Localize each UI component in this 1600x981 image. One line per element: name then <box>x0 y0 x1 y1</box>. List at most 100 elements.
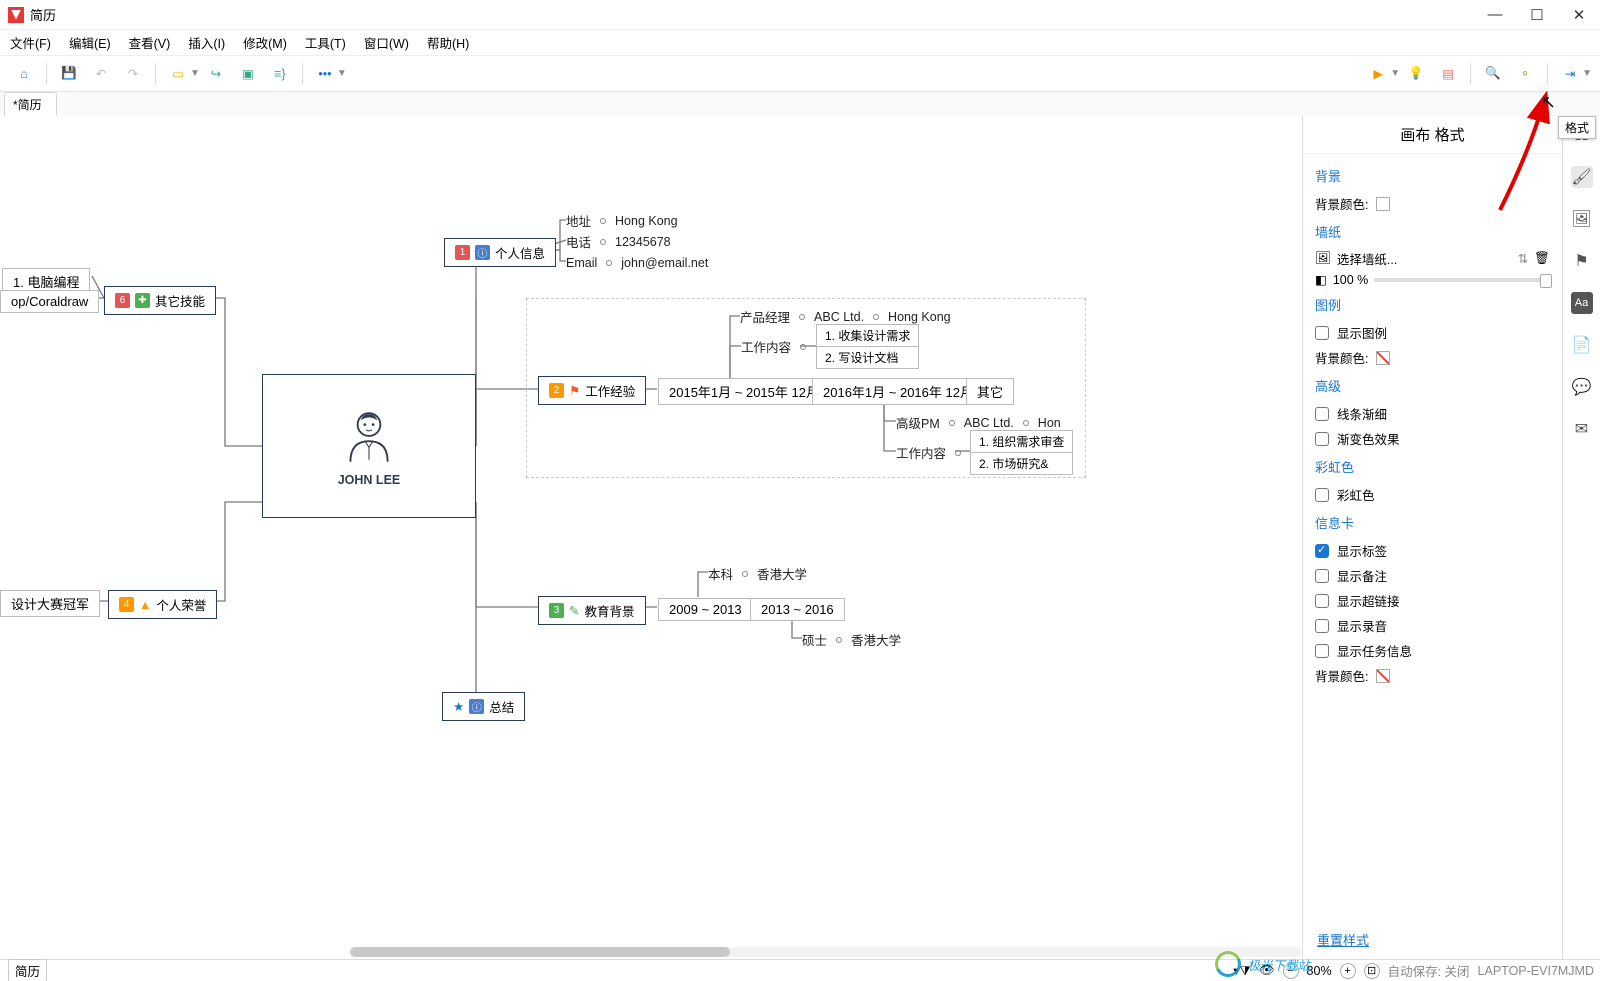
cb-rainbow[interactable] <box>1315 488 1329 502</box>
redo-icon[interactable]: ↷ <box>118 60 148 88</box>
frag-coral[interactable]: op/Coraldraw <box>0 290 99 313</box>
node-edu[interactable]: 3✎教育背景 <box>538 596 646 625</box>
menu-tools[interactable]: 工具(T) <box>305 33 346 52</box>
frag-champion[interactable]: 设计大赛冠军 <box>0 590 100 617</box>
format-tooltip: 格式 <box>1558 116 1596 139</box>
work-pm-items[interactable]: 1. 收集设计需求2. 写设计文档 <box>816 324 919 369</box>
edu-deg1: 本科香港大学 <box>708 563 807 584</box>
relation-icon[interactable]: ↪ <box>201 60 231 88</box>
work-pm-content: 工作内容 <box>741 336 806 357</box>
section-wp: 墙纸 <box>1315 222 1550 241</box>
node-work[interactable]: 2⚑工作经验 <box>538 376 646 405</box>
work-period2[interactable]: 2016年1月 ~ 2016年 12月 <box>812 378 984 405</box>
tab-resume[interactable]: *简历 <box>4 92 57 116</box>
edu-period1[interactable]: 2009 ~ 2013 <box>658 598 753 621</box>
task-icon[interactable]: ✉ <box>1571 418 1593 440</box>
cb-show-link[interactable] <box>1315 594 1329 608</box>
cb-thin[interactable] <box>1315 407 1329 421</box>
bg-color-swatch[interactable] <box>1376 197 1390 211</box>
home-icon[interactable]: ⌂ <box>9 60 39 88</box>
toolbar: ⌂ 💾 ↶ ↷ ▭▼ ↪ ▣ ≡} •••▼ ▶▼ 💡 ▤ 🔍 ⚬ ⇥▼ <box>0 56 1600 92</box>
opacity-slider[interactable] <box>1374 278 1550 282</box>
more-icon[interactable]: ••• <box>310 60 340 88</box>
work-spm-items[interactable]: 1. 组织需求审查2. 市场研究& <box>970 430 1073 475</box>
side-rail: ☷ 🖌 🖼 ⚑ Aa 📄 💬 ✉ <box>1562 116 1600 959</box>
delete-icon[interactable]: 🗑 <box>1534 251 1550 266</box>
boundary-icon[interactable]: ▣ <box>233 60 263 88</box>
image-icon: 🖼 <box>1315 251 1331 266</box>
node-summary[interactable]: ★ⓘ总结 <box>442 692 525 721</box>
menu-file[interactable]: 文件(F) <box>10 33 51 52</box>
export-icon[interactable]: ⇥ <box>1555 60 1585 88</box>
note-icon[interactable]: 📄 <box>1571 334 1593 356</box>
close-button[interactable]: ✕ <box>1572 8 1586 22</box>
section-adv: 高级 <box>1315 376 1550 395</box>
reset-style-link[interactable]: 重置样式 <box>1303 922 1383 957</box>
format-icon[interactable]: 🖌 <box>1571 166 1593 188</box>
personal-details: 地址Hong Kong 电话12345678 Emailjohn@email.n… <box>566 210 708 273</box>
menu-bar: 文件(F) 编辑(E) 查看(V) 插入(I) 修改(M) 工具(T) 窗口(W… <box>0 30 1600 56</box>
cb-show-task[interactable] <box>1315 644 1329 658</box>
search-icon[interactable]: 🔍 <box>1478 60 1508 88</box>
present-icon[interactable]: ▶ <box>1363 60 1393 88</box>
marker-icon[interactable]: ⚑ <box>1571 250 1593 272</box>
share-icon[interactable]: ⚬ <box>1510 60 1540 88</box>
horizontal-scrollbar[interactable] <box>350 947 1302 957</box>
watermark-logo-icon <box>1212 947 1245 980</box>
cb-show-audio[interactable] <box>1315 619 1329 633</box>
menu-edit[interactable]: 编辑(E) <box>69 33 111 52</box>
menu-view[interactable]: 查看(V) <box>129 33 171 52</box>
undo-icon[interactable]: ↶ <box>86 60 116 88</box>
work-period1[interactable]: 2015年1月 ~ 2015年 12月 <box>658 378 830 405</box>
title-bar: 简历 — ☐ ✕ <box>0 0 1600 30</box>
cb-grad[interactable] <box>1315 432 1329 446</box>
root-label: JOHN LEE <box>338 473 401 487</box>
cb-show-legend[interactable] <box>1315 326 1329 340</box>
idea-icon[interactable]: 💡 <box>1401 60 1431 88</box>
comment-icon[interactable]: 💬 <box>1571 376 1593 398</box>
menu-help[interactable]: 帮助(H) <box>427 33 469 52</box>
work-other[interactable]: 其它 <box>966 378 1014 405</box>
host-name: LAPTOP-EVI7MJMD <box>1478 964 1594 978</box>
document-tabs: *简历 <box>0 92 1600 116</box>
section-legend: 图例 <box>1315 295 1550 314</box>
node-honor[interactable]: 4▲个人荣誉 <box>108 590 217 619</box>
watermark: 极光下载站 <box>1215 951 1310 977</box>
edu-period2[interactable]: 2013 ~ 2016 <box>750 598 845 621</box>
status-doc: 简历 <box>8 959 47 981</box>
minimize-button[interactable]: — <box>1488 8 1502 22</box>
section-rainbow: 彩虹色 <box>1315 457 1550 476</box>
section-info: 信息卡 <box>1315 513 1550 532</box>
zoom-fit[interactable]: ⊡ <box>1364 963 1380 979</box>
mindmap-canvas[interactable]: JOHN LEE 1. 电脑编程 op/Coraldraw 6✚其它技能 设计大… <box>0 116 1302 959</box>
wallpaper-select[interactable]: 选择墙纸... <box>1337 249 1512 268</box>
format-panel: 画布 格式 背景 背景颜色: 墙纸 🖼选择墙纸...⇅🗑 ◧100 % 图例 显… <box>1302 116 1562 959</box>
maximize-button[interactable]: ☐ <box>1530 8 1544 22</box>
zoom-value: 80% <box>1307 964 1332 978</box>
legend-bg-swatch[interactable] <box>1376 351 1390 365</box>
menu-modify[interactable]: 修改(M) <box>243 33 287 52</box>
menu-insert[interactable]: 插入(I) <box>188 33 225 52</box>
autosave-status: 自动保存: 关闭 <box>1388 961 1470 980</box>
topic-icon[interactable]: ▭ <box>163 60 193 88</box>
node-skills[interactable]: 6✚其它技能 <box>104 286 216 315</box>
save-icon[interactable]: 💾 <box>54 60 84 88</box>
window-title: 简历 <box>30 5 56 24</box>
root-node[interactable]: JOHN LEE <box>262 374 476 518</box>
info-bg-swatch[interactable] <box>1376 669 1390 683</box>
font-icon[interactable]: Aa <box>1571 292 1593 314</box>
menu-window[interactable]: 窗口(W) <box>364 33 409 52</box>
summary-icon[interactable]: ≡} <box>265 60 295 88</box>
opacity-value[interactable]: 100 % <box>1333 273 1368 287</box>
cb-show-note[interactable] <box>1315 569 1329 583</box>
gantt-icon[interactable]: ▤ <box>1433 60 1463 88</box>
status-bar: 简历 ▾⧩ 👁 − 80% + ⊡ 自动保存: 关闭 LAPTOP-EVI7MJ… <box>0 959 1600 981</box>
app-logo-icon <box>8 7 24 23</box>
node-personal[interactable]: 1ⓘ个人信息 <box>444 238 556 267</box>
image-rail-icon[interactable]: 🖼 <box>1571 208 1593 230</box>
avatar-icon <box>338 406 400 468</box>
stepper-icon[interactable]: ⇅ <box>1518 251 1528 266</box>
cb-show-label[interactable] <box>1315 544 1329 558</box>
mouse-cursor-icon: ↖ <box>1541 92 1556 113</box>
zoom-in[interactable]: + <box>1340 963 1356 979</box>
